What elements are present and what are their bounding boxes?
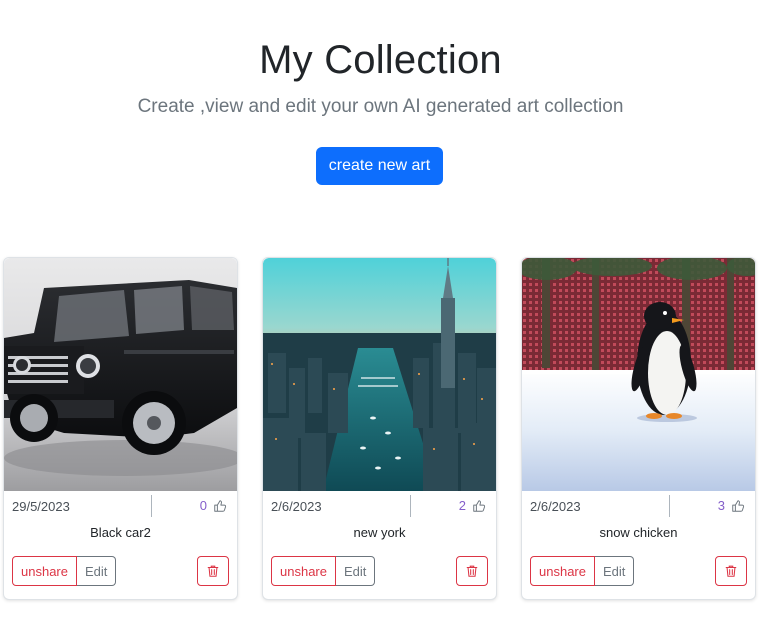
edit-button[interactable]: Edit (76, 556, 117, 586)
art-card: 2/6/2023 3 snow chicken unshare Edit (521, 257, 756, 600)
delete-button[interactable] (715, 556, 747, 586)
like-control[interactable]: 0 (200, 498, 227, 513)
card-meta: 29/5/2023 0 (4, 491, 237, 521)
city-image[interactable] (263, 258, 496, 491)
divider (410, 495, 411, 517)
like-count: 3 (717, 498, 725, 513)
like-control[interactable]: 2 (459, 498, 486, 513)
like-count: 2 (458, 498, 466, 513)
card-date: 2/6/2023 (530, 499, 581, 514)
unshare-button[interactable]: unshare (271, 556, 336, 586)
card-date: 29/5/2023 (12, 499, 70, 514)
edit-button[interactable]: Edit (594, 556, 635, 586)
card-meta: 2/6/2023 2 (263, 491, 496, 521)
thumbs-up-icon[interactable] (472, 499, 486, 513)
edit-button[interactable]: Edit (335, 556, 376, 586)
card-date: 2/6/2023 (271, 499, 322, 514)
delete-button[interactable] (456, 556, 488, 586)
card-title: Black car2 (90, 525, 151, 540)
card-title: new york (353, 525, 406, 540)
card-actions: unshare Edit (12, 556, 117, 586)
like-count: 0 (199, 498, 207, 513)
create-new-art-button[interactable]: create new art (316, 147, 443, 185)
unshare-button[interactable]: unshare (12, 556, 77, 586)
unshare-button[interactable]: unshare (530, 556, 595, 586)
art-card: 29/5/2023 0 Black car2 unshare Edit (3, 257, 238, 600)
divider (151, 495, 152, 517)
trash-icon (207, 565, 219, 577)
trash-icon (725, 565, 737, 577)
art-card: 2/6/2023 2 new york unshare Edit (262, 257, 497, 600)
page-subtitle: Create ,view and edit your own AI genera… (137, 96, 624, 117)
card-actions: unshare Edit (271, 556, 376, 586)
card-title: snow chicken (599, 525, 678, 540)
divider (669, 495, 670, 517)
trash-icon (466, 565, 478, 577)
thumbs-up-icon[interactable] (213, 499, 227, 513)
penguin-image[interactable] (522, 258, 755, 491)
card-meta: 2/6/2023 3 (522, 491, 755, 521)
like-control[interactable]: 3 (718, 498, 745, 513)
delete-button[interactable] (197, 556, 229, 586)
card-actions: unshare Edit (530, 556, 635, 586)
car-image[interactable] (4, 258, 237, 491)
thumbs-up-icon[interactable] (731, 499, 745, 513)
page-title: My Collection (259, 38, 502, 82)
